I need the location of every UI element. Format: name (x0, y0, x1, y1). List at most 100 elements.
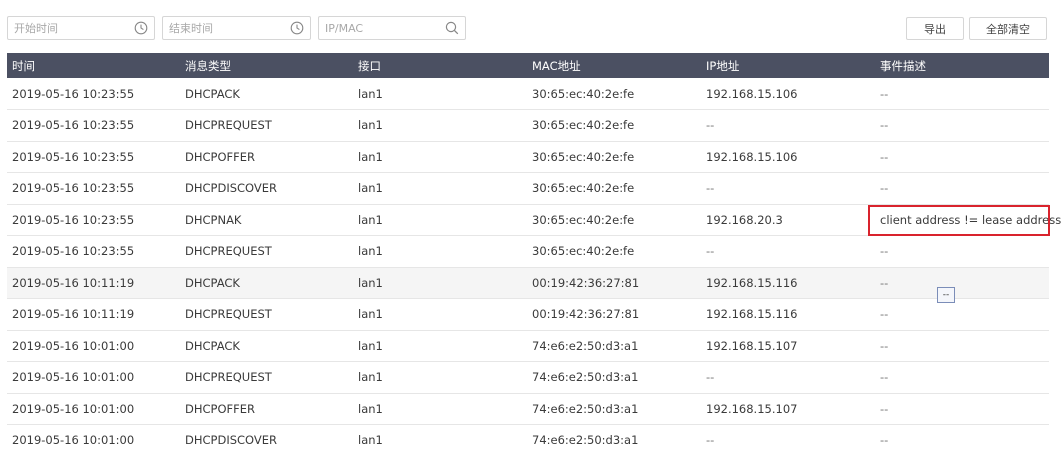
start-time-field[interactable] (7, 16, 155, 40)
column-header-mac-address[interactable]: MAC地址 (527, 53, 701, 78)
cell-time: 2019-05-16 10:23:55 (12, 181, 135, 196)
cell-interface: lan1 (358, 433, 383, 448)
cell-mac-address: 30:65:ec:40:2e:fe (532, 244, 635, 259)
cell-mac-address: 00:19:42:36:27:81 (532, 307, 640, 322)
column-header-ip-address[interactable]: IP地址 (701, 53, 875, 78)
export-button[interactable]: 导出 (906, 17, 964, 40)
table-row[interactable]: 2019-05-16 10:01:00 DHCPOFFER lan1 74:e6:e2… (7, 393, 1049, 425)
cell-tooltip: -- (937, 287, 955, 303)
table-row[interactable]: 2019-05-16 10:23:55 DHCPNAK lan1 30:65:ec:4… (7, 204, 1062, 236)
cell-interface: lan1 (358, 401, 383, 416)
table-header-row: 时间 消息类型 接口 MAC地址 IP地址 事件描述 (7, 53, 1049, 78)
cell-message-type: DHCPDISCOVER (185, 181, 278, 196)
cell-ip-address: 192.168.15.116 (706, 275, 798, 290)
cell-time: 2019-05-16 10:23:55 (12, 212, 135, 227)
cell-time: 2019-05-16 10:23:55 (12, 86, 135, 101)
cell-ip-address: -- (706, 118, 715, 133)
cell-event-description: -- (880, 433, 889, 448)
cell-message-type: DHCPREQUEST (185, 118, 272, 133)
cell-ip-address: 192.168.15.106 (706, 86, 798, 101)
cell-mac-address: 00:19:42:36:27:81 (532, 275, 640, 290)
cell-mac-address: 30:65:ec:40:2e:fe (532, 86, 635, 101)
cell-ip-address: 192.168.15.107 (706, 338, 798, 353)
column-header-event-description[interactable]: 事件描述 (875, 53, 1049, 78)
cell-mac-address: 74:e6:e2:50:d3:a1 (532, 401, 639, 416)
cell-mac-address: 74:e6:e2:50:d3:a1 (532, 370, 639, 385)
table-row[interactable]: 2019-05-16 10:23:55 DHCPREQUEST lan1 30:65:… (7, 236, 1049, 267)
cell-mac-address: 30:65:ec:40:2e:fe (532, 149, 635, 164)
cell-time: 2019-05-16 10:23:55 (12, 244, 135, 259)
cell-time: 2019-05-16 10:01:00 (12, 338, 135, 353)
cell-time: 2019-05-16 10:23:55 (12, 118, 135, 133)
cell-interface: lan1 (358, 275, 383, 290)
cell-event-description: -- (880, 370, 889, 385)
cell-interface: lan1 (358, 86, 383, 101)
filter-toolbar: 导出 全部清空 (7, 16, 1049, 42)
cell-message-type: DHCPOFFER (185, 149, 256, 164)
cell-event-description: -- (880, 86, 889, 101)
cell-interface: lan1 (358, 307, 383, 322)
cell-interface: lan1 (358, 338, 383, 353)
cell-message-type: DHCPREQUEST (185, 244, 272, 259)
cell-event-description: -- (880, 307, 889, 322)
table-row[interactable]: 2019-05-16 10:01:00 DHCPDISCOVER lan1 74:e6… (7, 425, 1049, 456)
ip-mac-search-field[interactable] (318, 16, 466, 40)
cell-message-type: DHCPOFFER (185, 401, 256, 416)
cell-message-type: DHCPNAK (185, 212, 242, 227)
search-icon[interactable] (445, 21, 459, 35)
end-time-field[interactable] (162, 16, 311, 40)
table-row[interactable]: 2019-05-16 10:01:00 DHCPACK lan1 74:e6:e2:5… (7, 330, 1049, 362)
cell-event-description: -- (880, 401, 889, 416)
cell-event-description: -- (880, 244, 889, 259)
column-header-interface[interactable]: 接口 (353, 53, 527, 78)
cell-message-type: DHCPACK (185, 275, 240, 290)
cell-time: 2019-05-16 10:01:00 (12, 370, 135, 385)
cell-mac-address: 30:65:ec:40:2e:fe (532, 118, 635, 133)
cell-ip-address: 192.168.15.107 (706, 401, 798, 416)
cell-time: 2019-05-16 10:23:55 (12, 149, 135, 164)
cell-event-description: client address != lease address (880, 212, 1062, 227)
column-header-time[interactable]: 时间 (7, 53, 180, 78)
cell-mac-address: 30:65:ec:40:2e:fe (532, 181, 635, 196)
cell-message-type: DHCPACK (185, 86, 240, 101)
cell-ip-address: -- (706, 244, 715, 259)
dhcp-log-table: 时间 消息类型 接口 MAC地址 IP地址 事件描述 2019-05-16 10… (7, 53, 1062, 456)
start-time-input[interactable] (8, 17, 154, 39)
ip-mac-search-input[interactable] (319, 17, 465, 39)
table-row[interactable]: 2019-05-16 10:23:55 DHCPDISCOVER lan1 30:65… (7, 173, 1049, 204)
cell-message-type: DHCPREQUEST (185, 307, 272, 322)
cell-ip-address: 192.168.20.3 (706, 212, 783, 227)
cell-time: 2019-05-16 10:01:00 (12, 433, 135, 448)
cell-interface: lan1 (358, 149, 383, 164)
cell-event-description: -- (880, 118, 889, 133)
cell-interface: lan1 (358, 181, 383, 196)
table-row[interactable]: 2019-05-16 10:01:00 DHCPREQUEST lan1 74:e6:… (7, 362, 1049, 393)
end-time-input[interactable] (163, 17, 310, 39)
cell-ip-address: -- (706, 181, 715, 196)
column-header-message-type[interactable]: 消息类型 (180, 53, 353, 78)
cell-ip-address: 192.168.15.106 (706, 149, 798, 164)
cell-message-type: DHCPREQUEST (185, 370, 272, 385)
cell-message-type: DHCPACK (185, 338, 240, 353)
cell-message-type: DHCPDISCOVER (185, 433, 278, 448)
cell-time: 2019-05-16 10:01:00 (12, 401, 135, 416)
clear-all-button[interactable]: 全部清空 (969, 17, 1047, 40)
cell-event-description: -- (880, 149, 889, 164)
cell-interface: lan1 (358, 370, 383, 385)
clock-icon[interactable] (290, 21, 304, 35)
clock-icon[interactable] (134, 21, 148, 35)
table-row[interactable]: 2019-05-16 10:11:19 DHCPREQUEST lan1 00:19:… (7, 299, 1049, 330)
table-row[interactable]: 2019-05-16 10:23:55 DHCPOFFER lan1 30:65:ec… (7, 141, 1049, 173)
cell-mac-address: 74:e6:e2:50:d3:a1 (532, 433, 639, 448)
cell-mac-address: 30:65:ec:40:2e:fe (532, 212, 635, 227)
cell-interface: lan1 (358, 118, 383, 133)
cell-interface: lan1 (358, 212, 383, 227)
table-row[interactable]: 2019-05-16 10:23:55 DHCPACK lan1 30:65:ec:4… (7, 78, 1049, 110)
table-row[interactable]: 2019-05-16 10:23:55 DHCPREQUEST lan1 30:65:… (7, 110, 1049, 141)
table-row[interactable]: 2019-05-16 10:11:19 DHCPACK lan1 00:19:42:3… (7, 267, 1049, 299)
cell-ip-address: -- (706, 433, 715, 448)
cell-interface: lan1 (358, 244, 383, 259)
cell-time: 2019-05-16 10:11:19 (12, 307, 135, 322)
cell-mac-address: 74:e6:e2:50:d3:a1 (532, 338, 639, 353)
cell-event-description: -- (880, 181, 889, 196)
